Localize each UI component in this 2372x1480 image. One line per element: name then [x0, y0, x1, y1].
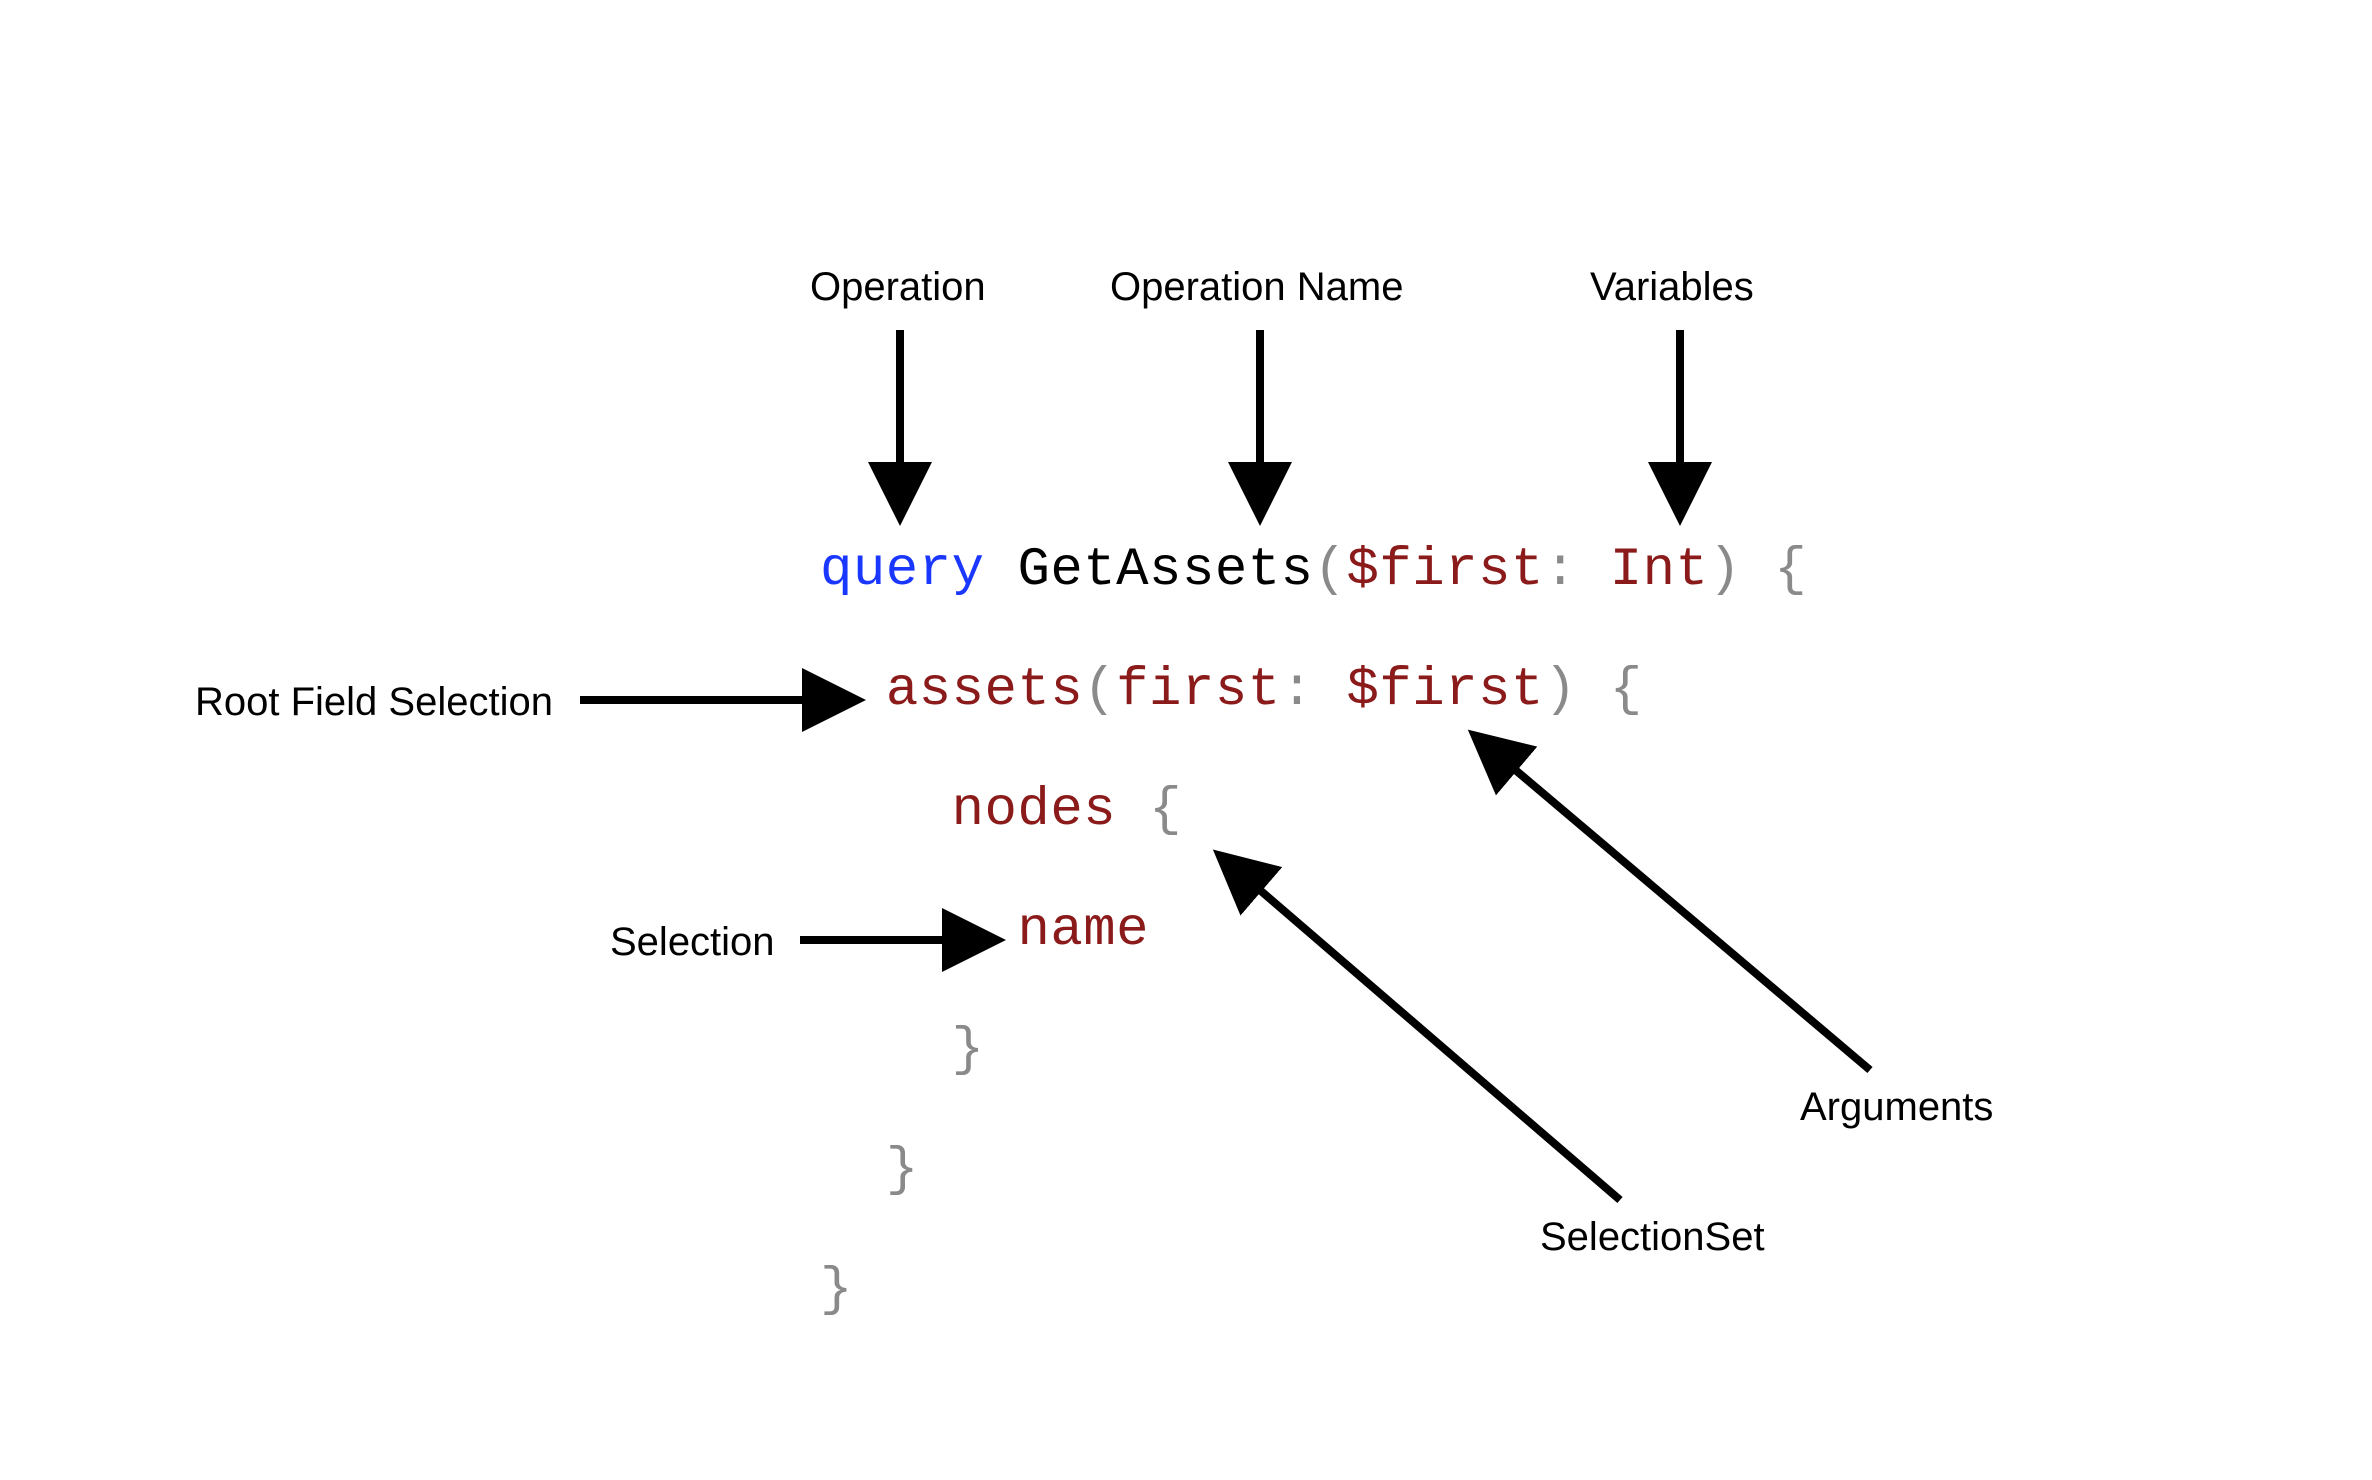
token-colon: :	[1281, 660, 1314, 721]
token-colon: :	[1544, 540, 1577, 601]
token-paren-close: )	[1708, 540, 1741, 601]
token-arg-value: $first	[1347, 660, 1544, 721]
token-space	[985, 540, 1018, 601]
token-space	[1577, 540, 1610, 601]
token-field-name: name	[1017, 900, 1149, 961]
token-keyword-query: query	[820, 540, 985, 601]
label-variables: Variables	[1590, 265, 1754, 310]
token-indent	[820, 900, 1017, 961]
token-brace-open: {	[1149, 780, 1182, 841]
token-field-assets: assets	[886, 660, 1083, 721]
arrow-arguments	[1480, 740, 1870, 1070]
label-operation-name: Operation Name	[1110, 265, 1403, 310]
token-brace-close: }	[820, 1260, 853, 1321]
token-brace-open: {	[1774, 540, 1807, 601]
code-line-5: }	[820, 1020, 985, 1081]
token-brace-close: }	[886, 1140, 919, 1201]
token-space	[1116, 780, 1149, 841]
token-operation-name: GetAssets	[1017, 540, 1313, 601]
label-root-field-selection: Root Field Selection	[195, 680, 553, 725]
arrows-layer	[0, 0, 2372, 1480]
code-line-7: }	[820, 1260, 853, 1321]
token-indent	[820, 780, 952, 841]
token-variable-name: $first	[1347, 540, 1544, 601]
token-arg-name: first	[1116, 660, 1281, 721]
code-line-2: assets(first: $first) {	[820, 660, 1643, 721]
token-space	[1314, 660, 1347, 721]
arrow-selection-set	[1225, 860, 1620, 1200]
token-space	[1741, 540, 1774, 601]
token-indent	[820, 1020, 952, 1081]
token-brace-close: }	[952, 1020, 985, 1081]
diagram-canvas: Operation Operation Name Variables Root …	[0, 0, 2372, 1480]
label-selection: Selection	[610, 920, 775, 965]
token-type-int: Int	[1610, 540, 1709, 601]
token-space	[1577, 660, 1610, 721]
label-selection-set: SelectionSet	[1540, 1215, 1765, 1260]
code-line-3: nodes {	[820, 780, 1182, 841]
token-indent	[820, 660, 886, 721]
token-field-nodes: nodes	[952, 780, 1117, 841]
token-indent	[820, 1140, 886, 1201]
token-paren-open: (	[1083, 660, 1116, 721]
code-line-1: query GetAssets($first: Int) {	[820, 540, 1807, 601]
label-operation: Operation	[810, 265, 986, 310]
token-paren-open: (	[1314, 540, 1347, 601]
code-line-6: }	[820, 1140, 919, 1201]
token-paren-close: )	[1544, 660, 1577, 721]
token-brace-open: {	[1610, 660, 1643, 721]
code-line-4: name	[820, 900, 1149, 961]
label-arguments: Arguments	[1800, 1085, 1993, 1130]
